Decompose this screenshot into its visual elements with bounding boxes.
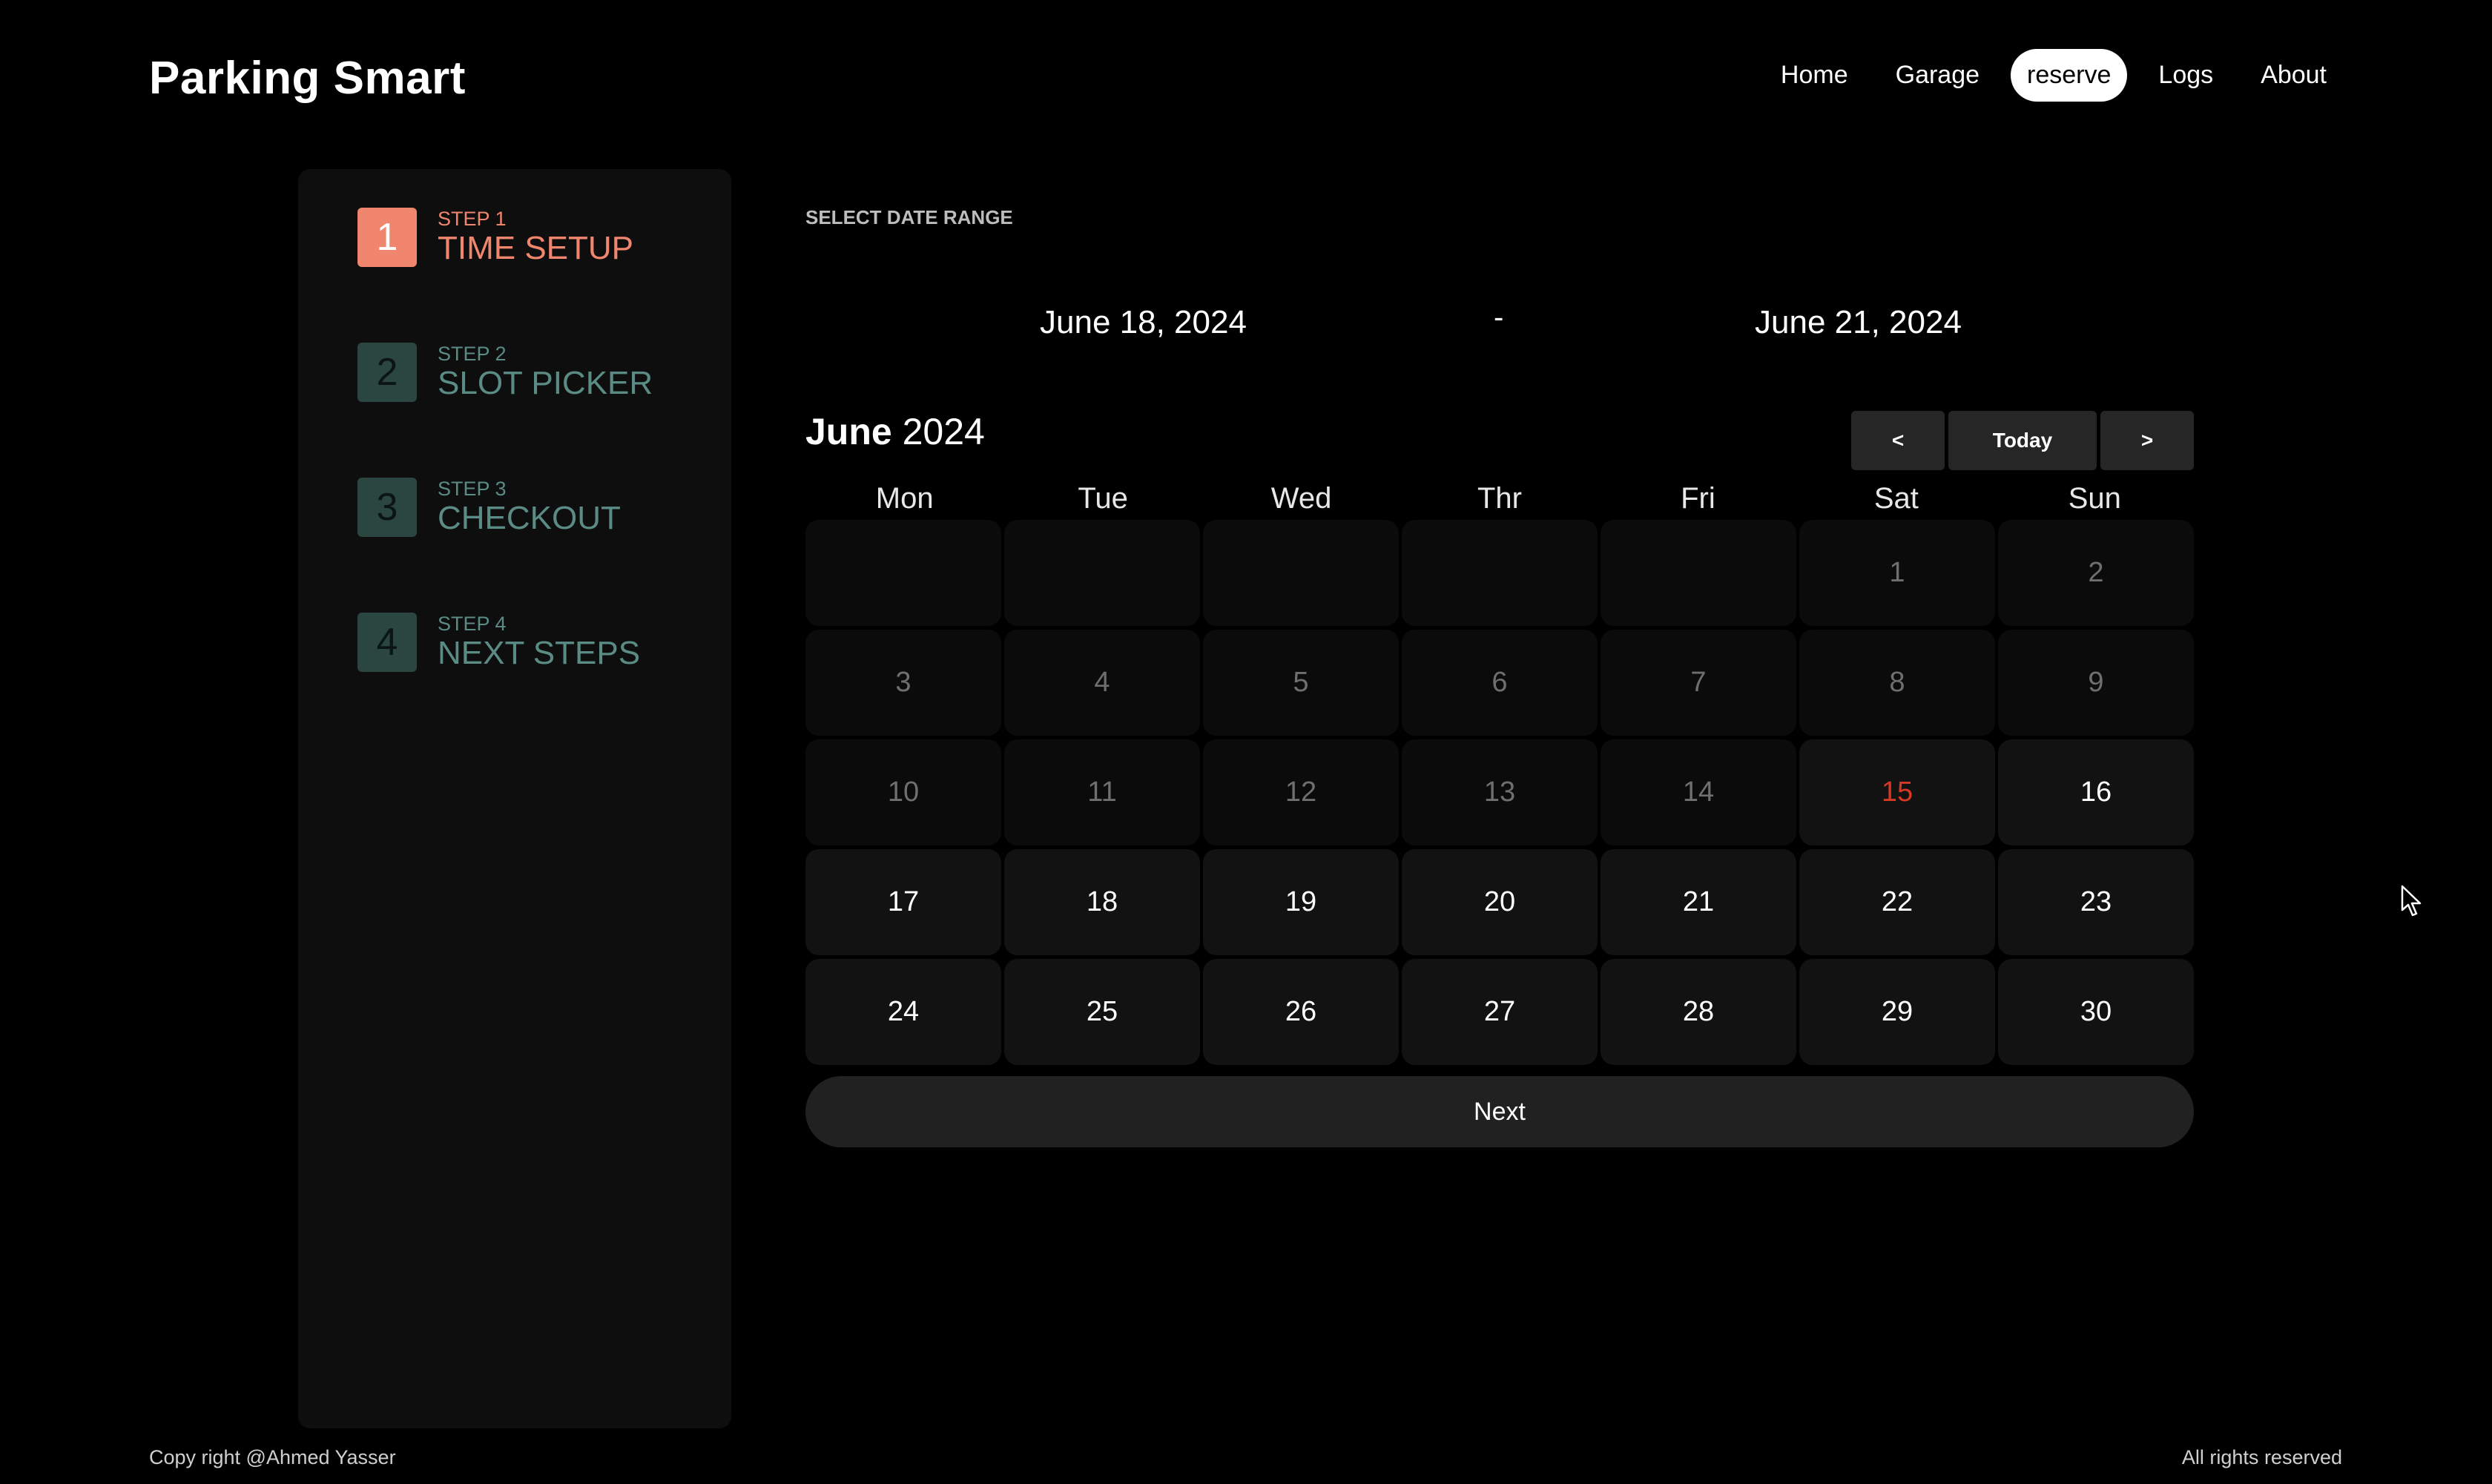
calendar-day[interactable]: 23 xyxy=(1998,849,2194,955)
main-nav: Home Garage reserve Logs About xyxy=(1764,49,2343,102)
footer-copyright: Copy right @Ahmed Yasser xyxy=(149,1446,396,1468)
calendar-day[interactable]: 25 xyxy=(1004,959,1200,1065)
calendar-day[interactable]: 28 xyxy=(1601,959,1796,1065)
calendar-day: 4 xyxy=(1004,630,1200,736)
calendar-day[interactable]: 16 xyxy=(1998,739,2194,845)
calendar-day: 7 xyxy=(1601,630,1796,736)
range-separator: - xyxy=(1494,301,1504,334)
calendar-day: 12 xyxy=(1203,739,1399,845)
calendar-day[interactable]: 22 xyxy=(1799,849,1995,955)
next-button[interactable]: Next xyxy=(805,1076,2194,1147)
weekday-label: Tue xyxy=(1078,482,1128,515)
nav-garage[interactable]: Garage xyxy=(1879,49,1996,102)
section-label: SELECT DATE RANGE xyxy=(805,206,1013,228)
calendar-day-blank xyxy=(1203,520,1399,626)
nav-home[interactable]: Home xyxy=(1764,49,1865,102)
calendar-day-blank xyxy=(1004,520,1200,626)
range-end-date[interactable]: June 21, 2024 xyxy=(1755,304,1962,341)
calendar-day[interactable]: 21 xyxy=(1601,849,1796,955)
mouse-cursor-icon xyxy=(2401,885,2422,917)
weekday-label: Fri xyxy=(1681,482,1715,515)
calendar-day[interactable]: 26 xyxy=(1203,959,1399,1065)
step-3-label: STEP 3 xyxy=(438,478,507,500)
calendar-day[interactable]: 19 xyxy=(1203,849,1399,955)
calendar-day[interactable]: 27 xyxy=(1402,959,1598,1065)
step-4-number: 4 xyxy=(357,613,417,672)
calendar-day[interactable]: 18 xyxy=(1004,849,1200,955)
brand-title[interactable]: Parking Smart xyxy=(149,52,466,105)
step-4-title: NEXT STEPS xyxy=(438,635,641,671)
calendar-day: 11 xyxy=(1004,739,1200,845)
calendar-day[interactable]: 15 xyxy=(1799,739,1995,845)
weekday-label: Thr xyxy=(1477,482,1522,515)
calendar-controls: < Today > xyxy=(1851,411,2194,470)
calendar-day: 8 xyxy=(1799,630,1995,736)
header: Parking Smart Home Garage reserve Logs A… xyxy=(0,0,2492,156)
footer-rights: All rights reserved xyxy=(2181,1446,2342,1468)
step-3[interactable]: 3 STEP 3 CHECKOUT xyxy=(357,478,621,537)
step-3-number: 3 xyxy=(357,478,417,537)
step-1-number: 1 xyxy=(357,208,417,267)
calendar-day: 13 xyxy=(1402,739,1598,845)
calendar-day-blank xyxy=(805,520,1001,626)
step-2-label: STEP 2 xyxy=(438,343,507,365)
next-month-button[interactable]: > xyxy=(2100,411,2194,470)
step-4[interactable]: 4 STEP 4 NEXT STEPS xyxy=(357,613,640,672)
nav-about[interactable]: About xyxy=(2244,49,2343,102)
weekday-label: Sat xyxy=(1873,482,1919,515)
step-1[interactable]: 1 STEP 1 TIME SETUP xyxy=(357,208,633,267)
step-2[interactable]: 2 STEP 2 SLOT PICKER xyxy=(357,343,653,402)
calendar-day[interactable]: 24 xyxy=(805,959,1001,1065)
today-button[interactable]: Today xyxy=(1948,411,2097,470)
calendar-day: 1 xyxy=(1799,520,1995,626)
calendar-day: 14 xyxy=(1601,739,1796,845)
calendar-day: 6 xyxy=(1402,630,1598,736)
calendar-day: 5 xyxy=(1203,630,1399,736)
weekday-label: Sun xyxy=(2068,482,2121,515)
steps-sidebar: 1 STEP 1 TIME SETUP 2 STEP 2 SLOT PICKER… xyxy=(298,169,731,1428)
step-3-title: CHECKOUT xyxy=(438,500,621,536)
step-1-label: STEP 1 xyxy=(438,208,507,230)
calendar-year: 2024 xyxy=(902,411,985,452)
calendar-day: 3 xyxy=(805,630,1001,736)
calendar-day-blank xyxy=(1601,520,1796,626)
nav-reserve[interactable]: reserve xyxy=(2011,49,2128,102)
calendar-day[interactable]: 29 xyxy=(1799,959,1995,1065)
nav-logs[interactable]: Logs xyxy=(2142,49,2229,102)
calendar-day: 10 xyxy=(805,739,1001,845)
prev-month-button[interactable]: < xyxy=(1851,411,1945,470)
calendar-month: June xyxy=(805,411,892,452)
range-start-date[interactable]: June 18, 2024 xyxy=(1040,304,1247,341)
calendar-day[interactable]: 17 xyxy=(805,849,1001,955)
step-2-number: 2 xyxy=(357,343,417,402)
step-2-title: SLOT PICKER xyxy=(438,365,653,401)
calendar-day[interactable]: 30 xyxy=(1998,959,2194,1065)
calendar-grid: 1 2 3 4 5 6 7 8 9 10 11 12 13 14 15 16 17 18 19 20 21 22 23 24 2… xyxy=(805,520,2194,1065)
calendar-day: 9 xyxy=(1998,630,2194,736)
calendar-day-blank xyxy=(1402,520,1598,626)
calendar-day[interactable]: 20 xyxy=(1402,849,1598,955)
step-4-label: STEP 4 xyxy=(438,613,507,635)
weekday-label: Wed xyxy=(1270,482,1332,515)
calendar-month-title: June 2024 xyxy=(805,410,985,453)
weekday-label: Mon xyxy=(875,482,934,515)
calendar-day: 2 xyxy=(1998,520,2194,626)
weekday-header: Mon Tue Wed Thr Fri Sat Sun xyxy=(805,482,2194,515)
step-1-title: TIME SETUP xyxy=(438,230,634,266)
